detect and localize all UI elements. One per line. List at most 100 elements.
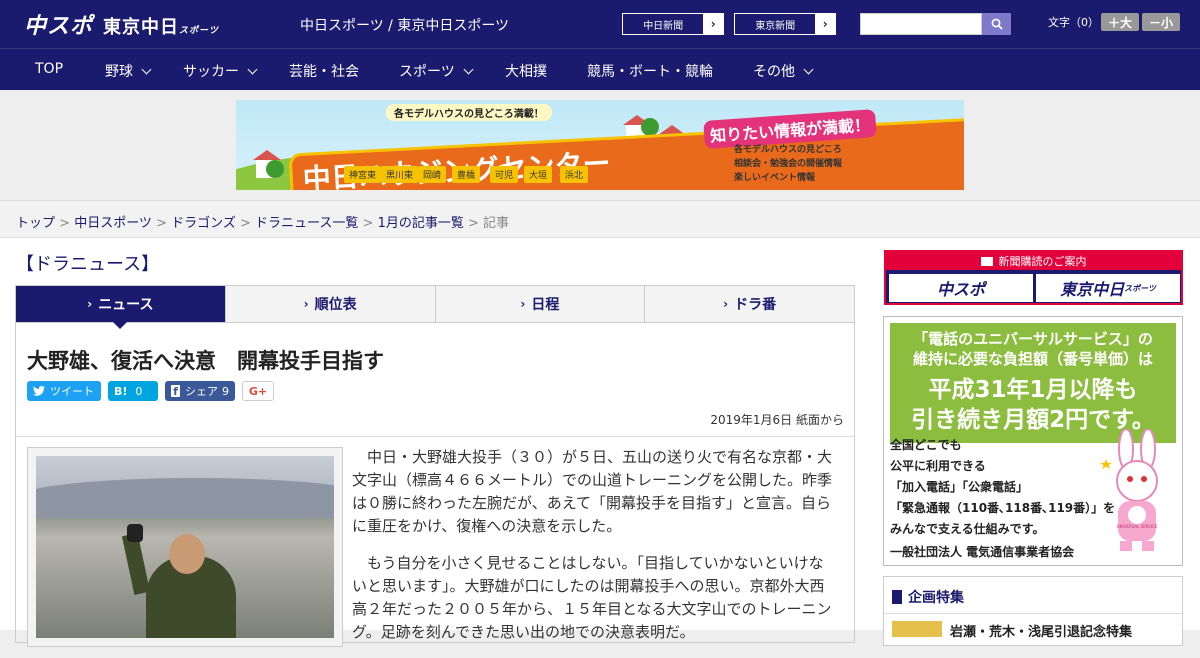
nav-item-soccer[interactable]: サッカー	[183, 61, 258, 81]
banner-city: 豊橋	[452, 166, 481, 183]
subscription-box: 新聞購読のご案内 中スポ 東京中日 スポーツ	[884, 250, 1183, 305]
search-icon	[991, 18, 1003, 30]
chevron-down-icon	[463, 64, 474, 75]
chevron-down-icon	[247, 64, 258, 75]
breadcrumb-separator: >	[235, 216, 256, 231]
site-title[interactable]: 中日スポーツ / 東京中日スポーツ	[300, 15, 509, 35]
nav-item-other[interactable]: その他	[753, 61, 814, 81]
chevron-down-icon	[141, 64, 152, 75]
nav-item-top[interactable]: TOP	[35, 61, 63, 77]
banner-bullet: 相談会・勉強会の開催情報	[734, 159, 843, 169]
article-date: 2019年1月6日 紙面から	[710, 413, 844, 427]
article-paragraph: もう自分を小さく見せることはしない。「目指していかないといけないと思います」。大…	[352, 554, 832, 641]
nav-item-sumo[interactable]: 大相撲	[505, 61, 547, 81]
photo-mountain	[36, 478, 334, 518]
tree-icon	[266, 160, 284, 178]
chevron-right-icon: ›	[87, 297, 93, 311]
logo-sub: 東京中日	[103, 17, 180, 38]
tokyo-shimbun-link[interactable]: 東京新聞 ›	[734, 13, 836, 35]
nav-item-entertainment[interactable]: 芸能・社会	[289, 61, 359, 81]
ad-green-panel: 「電話のユニバーサルサービス」の 維持に必要な負担額（番号単価）は 平成31年1月…	[888, 321, 1178, 445]
breadcrumb-separator: >	[151, 216, 172, 231]
divider	[16, 436, 854, 437]
search-button[interactable]	[982, 13, 1011, 35]
breadcrumb-current: 記事	[483, 216, 510, 231]
photo-head	[169, 534, 205, 574]
article-photo[interactable]	[27, 447, 343, 647]
font-size-label: 文字（0）	[1048, 16, 1099, 29]
nav-item-keiba[interactable]: 競馬・ボート・競輪	[587, 61, 713, 81]
facebook-share-button[interactable]: f シェア 9	[165, 381, 235, 401]
google-plus-button[interactable]: G+	[242, 381, 274, 401]
banner-city: 岡崎	[418, 166, 447, 183]
site-header: 中スポ 東京中日スポーツ 中日スポーツ / 東京中日スポーツ 中日新聞 › 東京新…	[0, 0, 1200, 48]
banner-city: 神宮東	[344, 166, 382, 183]
newspaper-icon	[980, 256, 993, 266]
ad-organization: 一般社団法人 電気通信事業者協会	[890, 545, 1075, 559]
nav-item-sports[interactable]: スポーツ	[399, 61, 474, 81]
universal-service-ad[interactable]: 「電話のユニバーサルサービス」の 維持に必要な負担額（番号単価）は 平成31年1月…	[883, 316, 1183, 566]
chevron-right-icon: ›	[303, 297, 309, 311]
tab-doraban[interactable]: › ドラ番	[644, 286, 854, 322]
article-paragraph: 中日・大野雄大投手（３０）が５日、五山の送り火で有名な京都・大文字山（標高４６６…	[352, 448, 833, 535]
subscribe-chuspo-button[interactable]: 中スポ	[889, 274, 1033, 302]
breadcrumb-bar: トップ > 中日スポーツ > ドラゴンズ > ドラニュース一覧 > 1月の記事一…	[0, 200, 1200, 238]
subscribe-tokyo-chunichi-button[interactable]: 東京中日 スポーツ	[1036, 274, 1180, 302]
housing-center-banner[interactable]: 各モデルハウスの見どころ満載！ 中日ハウジングセンター 知りたい情報が満載！ 各…	[236, 100, 964, 190]
tab-standings[interactable]: › 順位表	[224, 286, 435, 322]
google-plus-icon: G+	[248, 384, 268, 398]
facebook-count: 9	[222, 384, 229, 398]
hatena-button[interactable]: B! 0	[108, 381, 158, 401]
breadcrumb: トップ > 中日スポーツ > ドラゴンズ > ドラニュース一覧 > 1月の記事一…	[16, 212, 509, 231]
logo-main: 中スポ	[24, 14, 94, 39]
font-smaller-button[interactable]: －小	[1142, 13, 1180, 31]
breadcrumb-link-dora-news[interactable]: ドラニュース一覧	[255, 216, 358, 231]
section-title: 【ドラニュース】	[16, 254, 160, 275]
chevron-right-icon: ›	[703, 14, 723, 34]
bunny-mascot-icon: UNIVERSAL SERVICE	[1100, 429, 1158, 551]
ad-headline: 平成31年1月以降も 引き続き月額2円です。	[911, 377, 1155, 433]
feature-thumbnail[interactable]	[892, 621, 942, 637]
feature-item-link[interactable]: 岩瀬・荒木・浅尾引退記念特集	[950, 621, 1132, 640]
photo-image	[36, 456, 334, 638]
hatena-icon: B!	[114, 384, 128, 398]
breadcrumb-separator: >	[55, 216, 75, 231]
tab-schedule[interactable]: › 日程	[434, 286, 645, 322]
photo-arm	[121, 532, 151, 596]
article-headline: 大野雄、復活へ決意 開幕投手目指す	[27, 349, 384, 373]
bunny-badge: UNIVERSAL SERVICE	[1117, 524, 1158, 529]
feature-title: 企画特集	[892, 587, 964, 607]
breadcrumb-link-january[interactable]: 1月の記事一覧	[378, 216, 464, 231]
nav-item-baseball[interactable]: 野球	[105, 61, 152, 81]
banner-city: 浜北	[560, 166, 589, 183]
banner-bullet: 楽しいイベント情報	[734, 173, 816, 183]
site-logo[interactable]: 中スポ 東京中日スポーツ	[24, 8, 219, 40]
breadcrumb-link-dragons[interactable]: ドラゴンズ	[171, 216, 236, 231]
main-nav: TOP 野球 サッカー 芸能・社会 スポーツ 大相撲 競馬・ボート・競輪 その他	[0, 48, 1200, 90]
banner-top-text: 各モデルハウスの見どころ満載！	[386, 104, 552, 121]
tree-icon	[641, 118, 659, 136]
banner-city: 黒川東	[381, 166, 419, 183]
chevron-right-icon: ›	[815, 14, 835, 34]
chevron-right-icon: ›	[723, 297, 729, 311]
chunichi-shimbun-link[interactable]: 中日新聞 ›	[622, 13, 724, 35]
search-input[interactable]	[860, 13, 982, 35]
hatena-count: 0	[135, 384, 143, 398]
tab-news[interactable]: › ニュース	[16, 286, 225, 329]
divider	[884, 613, 1182, 614]
ad-body: 全国どこでも 公平に利用できる 「加入電話」「公衆電話」 「緊急通報（110番､…	[890, 438, 1116, 536]
breadcrumb-separator: >	[358, 216, 378, 231]
article-body: 中日・大野雄大投手（３０）が５日、五山の送り火で有名な京都・大文字山（標高４６６…	[352, 446, 838, 658]
logo-sub2: スポーツ	[179, 26, 219, 36]
breadcrumb-link-top[interactable]: トップ	[16, 216, 55, 231]
font-larger-button[interactable]: ＋大	[1101, 13, 1139, 31]
article: 大野雄、復活へ決意 開幕投手目指す ツイート B! 0 f シェア 9 G+ 2…	[15, 323, 855, 647]
photo-fist	[127, 524, 143, 542]
chevron-right-icon: ›	[520, 297, 526, 311]
subscription-title: 新聞購読のご案内	[886, 252, 1181, 270]
chevron-down-icon	[803, 64, 814, 75]
banner-city: 大垣	[524, 166, 553, 183]
tweet-button[interactable]: ツイート	[27, 381, 101, 401]
breadcrumb-link-chunichi-sports[interactable]: 中日スポーツ	[74, 216, 152, 231]
feature-box: 企画特集 岩瀬・荒木・浅尾引退記念特集	[883, 576, 1183, 646]
